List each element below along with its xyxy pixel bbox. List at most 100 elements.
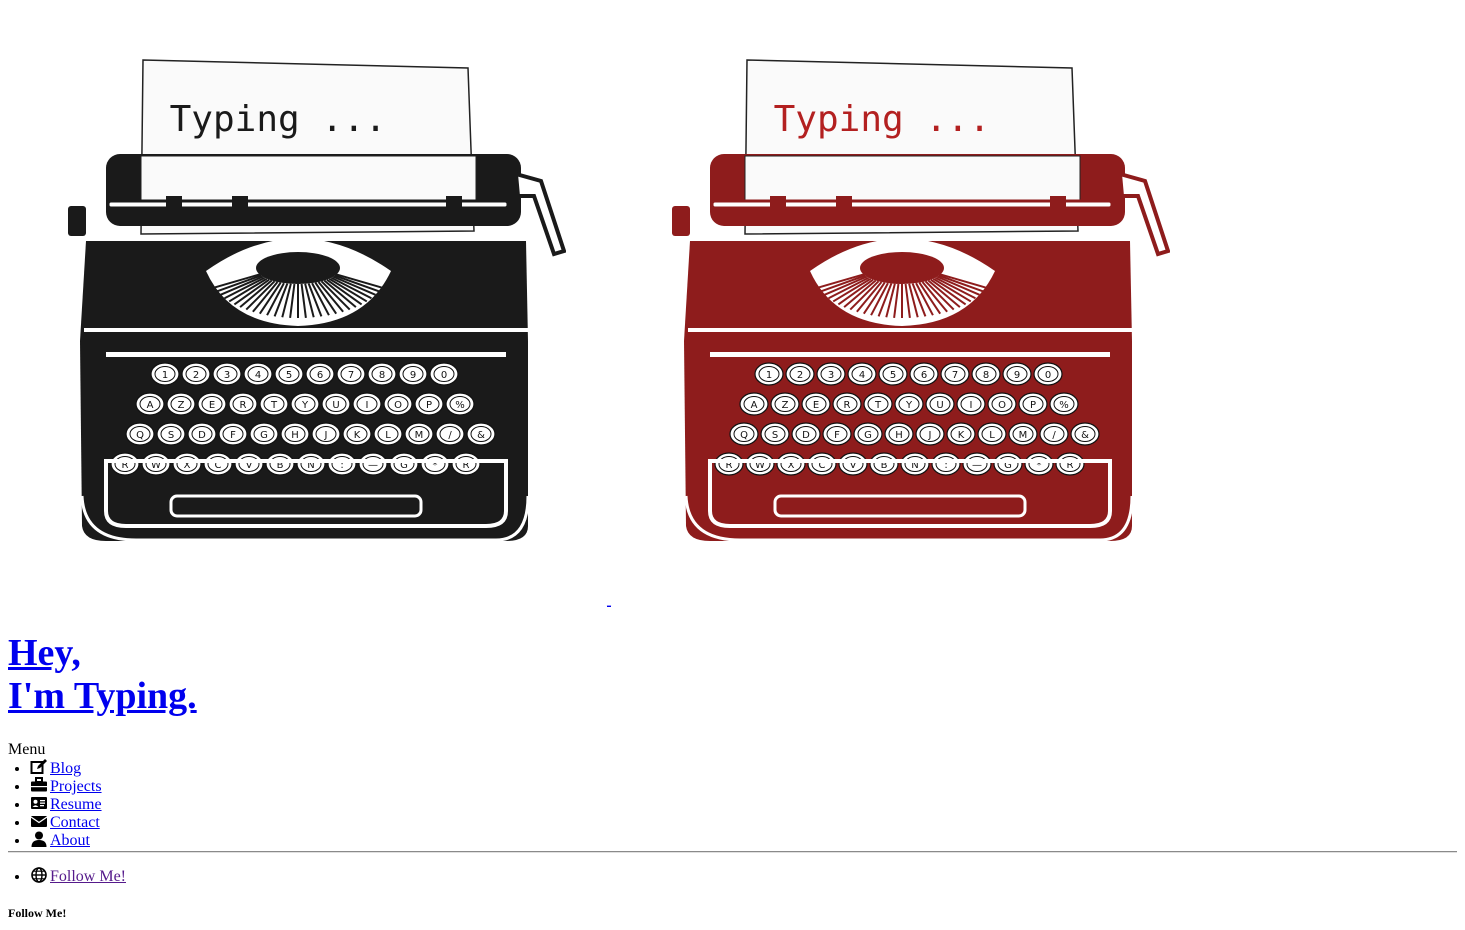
key-label: % [1059, 400, 1069, 411]
key-label: 7 [348, 370, 354, 381]
key-label: 8 [379, 370, 385, 381]
space-bar [773, 494, 1027, 518]
menu-link-contact[interactable]: Contact [50, 814, 100, 831]
menu-link-projects[interactable]: Projects [50, 778, 102, 795]
key-label: 3 [828, 370, 834, 381]
key-label: I [366, 400, 369, 411]
social-link-follow[interactable]: Follow Me! [50, 868, 126, 885]
key-label: F [834, 430, 840, 441]
key-label: E [813, 400, 819, 411]
key-label: I [970, 400, 973, 411]
key-label: 4 [859, 370, 865, 381]
menu-item-about: About [30, 831, 102, 849]
briefcase-icon [30, 777, 48, 793]
key-label: U [332, 400, 339, 411]
key-label: Y [301, 400, 309, 411]
deck-line [710, 352, 1110, 357]
typewriter-image-black: Typing ... 1 2 3 4 5 6 7 8 9 0 A Z E R T Y U I O P % Q S D F G H J K L… [68, 59, 566, 542]
key-label: 5 [890, 370, 896, 381]
bail-clip [836, 196, 852, 214]
key-label: R [240, 400, 247, 411]
key-label: H [895, 430, 903, 441]
key-label: M [415, 430, 424, 441]
menu-divider [8, 851, 1457, 853]
key-label: 2 [193, 370, 199, 381]
roller-knob-left [672, 206, 690, 236]
key-label: 3 [224, 370, 230, 381]
site-title-line1: Hey, [8, 632, 81, 674]
roller-knob-left [68, 206, 86, 236]
typebar-hub [860, 252, 944, 284]
space-bar [169, 494, 423, 518]
bail-clip [232, 196, 248, 214]
paper-lower [744, 155, 1081, 207]
typewriter-image-red: Typing ... 1 2 3 4 5 6 7 8 9 0 A Z E R T Y U I O P % Q S D F G H J K L… [672, 59, 1170, 542]
typebar-hub [256, 252, 340, 284]
key-label: T [874, 400, 882, 411]
user-icon [30, 831, 48, 847]
site-title-link[interactable]: Hey, I'm Typing. [8, 632, 197, 717]
key-label: A [751, 400, 758, 411]
key-label: P [1030, 400, 1036, 411]
menu-item-blog: Blog [30, 759, 102, 777]
key-label: Z [178, 400, 185, 411]
menu-item-resume: Resume [30, 795, 102, 813]
bail-clip [446, 196, 462, 214]
menu-link-about[interactable]: About [50, 832, 90, 849]
follow-heading: Follow Me! [8, 906, 67, 920]
edit-icon [30, 759, 48, 775]
key-label: & [1081, 430, 1089, 441]
key-label: 8 [983, 370, 989, 381]
key-label: A [147, 400, 154, 411]
key-label: 9 [1014, 370, 1020, 381]
key-label: 9 [410, 370, 416, 381]
key-label: U [936, 400, 943, 411]
hero-link[interactable]: _ [607, 598, 611, 607]
bail-clip [166, 196, 182, 214]
key-label: 5 [286, 370, 292, 381]
menu-link-resume[interactable]: Resume [50, 796, 102, 813]
key-label: D [802, 430, 810, 441]
key-label: J [324, 430, 328, 441]
key-label: H [291, 430, 299, 441]
key-label: Z [782, 400, 789, 411]
hero-banner: Typing ... 1 2 3 4 5 6 7 8 9 0 A Z E R T Y U I O P% Q S D F G H J K L… [0, 0, 1465, 620]
paper-text: Typing ... [170, 99, 387, 140]
globe-icon [30, 867, 48, 883]
key-label: G [260, 430, 268, 441]
key-label: 1 [766, 370, 772, 381]
key-label: L [989, 430, 995, 441]
bail-clip [770, 196, 786, 214]
id-card-icon [30, 795, 48, 811]
deck-line [106, 352, 506, 357]
key-label: S [168, 430, 174, 441]
key-label: 0 [1045, 370, 1051, 381]
key-label: E [209, 400, 215, 411]
bail-clip [1050, 196, 1066, 214]
key-label: F [230, 430, 236, 441]
key-label: 1 [162, 370, 168, 381]
key-label: % [455, 400, 465, 411]
menu-link-blog[interactable]: Blog [50, 760, 81, 777]
key-label: K [354, 430, 361, 441]
key-label: 6 [317, 370, 323, 381]
menu-label: Menu [8, 741, 46, 758]
key-label: & [477, 430, 485, 441]
deck-line [84, 328, 528, 332]
key-label: L [385, 430, 391, 441]
site-title: Hey, I'm Typing. [8, 632, 197, 718]
key-label: M [1019, 430, 1028, 441]
envelope-icon [30, 813, 48, 829]
key-label: S [772, 430, 778, 441]
social-menu: Follow Me! [8, 867, 126, 885]
key-label: 0 [441, 370, 447, 381]
key-label: 2 [797, 370, 803, 381]
menu-item-projects: Projects [30, 777, 102, 795]
key-label: R [844, 400, 851, 411]
menu-item-contact: Contact [30, 813, 102, 831]
key-label: 4 [255, 370, 261, 381]
key-label: 7 [952, 370, 958, 381]
key-label: P [426, 400, 432, 411]
key-label: T [270, 400, 278, 411]
site-title-line2: I'm Typing. [8, 675, 197, 717]
